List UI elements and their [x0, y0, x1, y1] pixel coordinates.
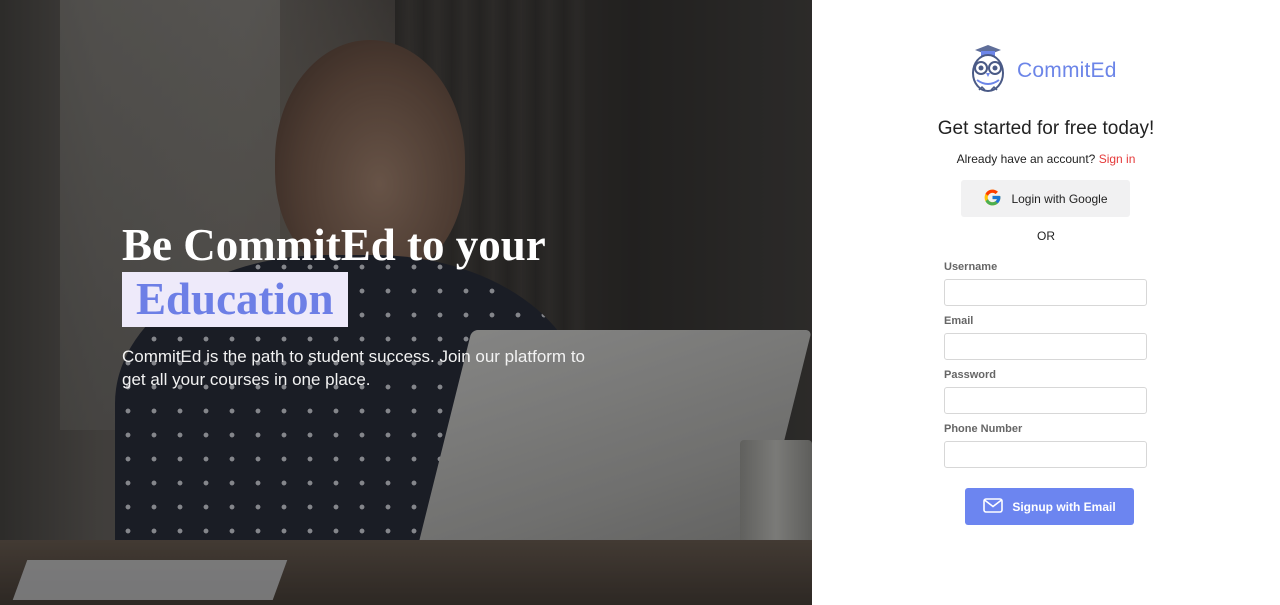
form-heading: Get started for free today!: [937, 118, 1155, 139]
hero-title-highlight: Education: [122, 272, 348, 327]
or-divider: OR: [1037, 229, 1055, 243]
signin-prompt: Already have an account?: [956, 152, 1096, 166]
email-input[interactable]: [944, 333, 1147, 360]
signup-email-label: Signup with Email: [1012, 499, 1116, 514]
email-label: Email: [944, 315, 974, 327]
username-input[interactable]: [944, 279, 1147, 306]
signin-link[interactable]: Sign in: [1099, 152, 1136, 166]
signup-email-button[interactable]: Signup with Email: [965, 488, 1134, 525]
brand[interactable]: CommitEd: [969, 42, 1117, 99]
hero-subtitle: CommitEd is the path to student success.…: [122, 347, 585, 389]
hero-title: Be CommitEd to your: [122, 220, 546, 270]
signin-line: Already have an account? Sign in: [812, 152, 1280, 166]
phone-number-label: Phone Number: [944, 423, 1023, 435]
signup-panel: CommitEd Get started for free today! Alr…: [812, 0, 1280, 605]
phone-number-input[interactable]: [944, 441, 1147, 468]
hero-panel: Be CommitEd to your Education CommitEd i…: [0, 0, 812, 605]
username-label: Username: [944, 261, 998, 273]
owl-graduate-icon: [969, 42, 1007, 99]
google-icon: [983, 188, 1002, 210]
google-login-button[interactable]: Login with Google: [961, 180, 1130, 217]
hero-text-block: Be CommitEd to your Education CommitEd i…: [122, 220, 642, 391]
brand-name: CommitEd: [1017, 58, 1117, 82]
password-input[interactable]: [944, 387, 1147, 414]
envelope-icon: [983, 497, 1004, 516]
password-label: Password: [944, 369, 996, 381]
google-login-label: Login with Google: [1011, 191, 1108, 206]
